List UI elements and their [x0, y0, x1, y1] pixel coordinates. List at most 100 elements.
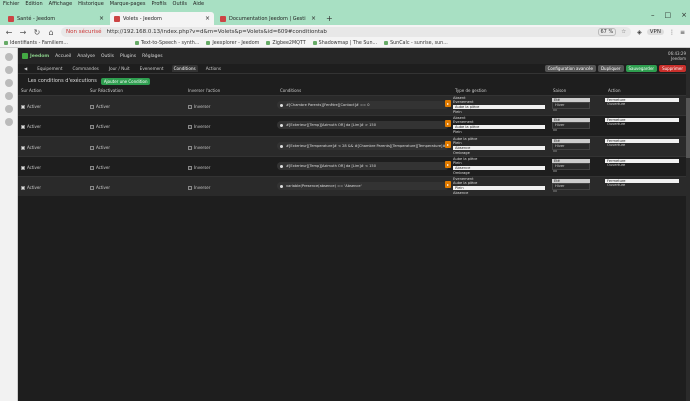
sur-reactivation-cell[interactable]: Activer — [90, 104, 110, 109]
duplicate-button[interactable]: Dupliquer — [597, 65, 624, 72]
checkbox[interactable] — [21, 145, 25, 150]
forward-icon[interactable]: → — [19, 28, 27, 37]
delete-button[interactable]: Supprimer — [659, 65, 686, 72]
saison-option[interactable]: Hiver — [552, 183, 590, 190]
option-selected[interactable]: Aube la pièce — [453, 105, 545, 110]
sur-reactivation-cell[interactable]: Activer — [90, 165, 110, 170]
tab-jour-nuit[interactable]: Jour / Nuit — [107, 65, 132, 72]
remove-condition-icon[interactable] — [280, 144, 283, 148]
browser-tab-volets[interactable]: Volets - Jeedom × — [110, 12, 214, 25]
option[interactable]: Plein — [453, 130, 545, 134]
menu-profiles[interactable]: Profils — [151, 1, 166, 7]
remove-condition-icon[interactable] — [280, 164, 283, 168]
zoom-level[interactable]: 67 % — [597, 28, 617, 36]
browser-tab-documentation[interactable]: Documentation Jeedom | Gesti × — [216, 12, 320, 25]
sur-action-cell[interactable]: Activer — [21, 165, 41, 170]
checkbox[interactable] — [21, 185, 25, 190]
option[interactable]: Plein — [453, 161, 545, 165]
type-gestion-select[interactable]: Aube la pièce Plein Absence Ombrage — [453, 137, 557, 155]
saison-option[interactable]: Hiver — [552, 102, 590, 109]
bookmark-item[interactable]: Jeexplorer - Jeedom — [206, 41, 259, 46]
checkbox[interactable] — [188, 165, 192, 170]
checkbox[interactable] — [21, 104, 25, 109]
close-window-icon[interactable]: × — [681, 11, 687, 19]
checkbox[interactable] — [21, 165, 25, 170]
option-selected[interactable]: Aube la pièce — [453, 125, 545, 130]
advanced-config-button[interactable]: Configuration avancée — [544, 65, 596, 72]
menu-analyse[interactable]: Analyse — [77, 54, 95, 59]
tab-evenement[interactable]: Evenement — [138, 65, 166, 72]
action-option[interactable]: Ouverture — [605, 143, 679, 147]
expression-button[interactable]: ▸ — [445, 100, 451, 107]
menu-accueil[interactable]: Accueil — [55, 54, 71, 59]
menu-edit[interactable]: Edition — [25, 1, 42, 7]
saison-select[interactable]: Eté Hiver — [552, 118, 590, 129]
checkbox[interactable] — [90, 124, 94, 129]
sur-reactivation-cell[interactable]: Activer — [90, 145, 110, 150]
shield-icon[interactable]: ◈ — [637, 29, 642, 36]
menu-history[interactable]: Historique — [78, 1, 104, 7]
option[interactable]: Plein — [453, 110, 545, 114]
action-select[interactable]: Fermeture Ouverture — [605, 179, 679, 188]
option[interactable]: Ombrage — [453, 151, 545, 155]
action-option[interactable]: Ouverture — [605, 183, 679, 187]
jeedom-logo[interactable]: Jeedom — [22, 53, 49, 59]
saison-option[interactable]: Hiver — [552, 143, 590, 150]
inverser-cell[interactable]: Inverser — [188, 145, 210, 150]
action-select[interactable]: Fermeture Ouverture — [605, 139, 679, 148]
bookmark-item[interactable]: Text-to-Speech - synth... — [134, 41, 199, 46]
saison-select[interactable]: Eté Hiver — [552, 179, 590, 190]
tab-actions[interactable]: Actions — [204, 65, 223, 72]
menu-plugins[interactable]: Plugins — [120, 54, 136, 59]
menu-tools[interactable]: Outils — [173, 1, 187, 7]
remove-condition-icon[interactable] — [280, 103, 283, 107]
remove-condition-icon[interactable] — [280, 184, 283, 188]
menu-outils[interactable]: Outils — [101, 54, 114, 59]
menu-view[interactable]: Affichage — [49, 1, 73, 7]
menu-help[interactable]: Aide — [193, 1, 204, 7]
option[interactable]: Absence — [453, 191, 545, 195]
inverser-cell[interactable]: Inverser — [188, 104, 210, 109]
close-tab-icon[interactable]: × — [205, 15, 210, 22]
sidebar-app-icon[interactable] — [4, 92, 13, 100]
menu-reglages[interactable]: Réglages — [142, 54, 163, 59]
tab-conditions[interactable]: Conditions — [171, 65, 198, 72]
type-gestion-select[interactable]: Absent Evenement Aube la pièce Plein — [453, 116, 557, 134]
expression-button[interactable]: ▸ — [445, 181, 451, 188]
action-option[interactable]: Ouverture — [605, 122, 679, 126]
type-gestion-select[interactable]: Evenement Aube la pièce Plein Absence — [453, 177, 557, 195]
checkbox[interactable] — [188, 124, 192, 129]
expression-button[interactable]: ▸ — [445, 141, 451, 148]
option[interactable]: Aube la pièce — [453, 181, 545, 185]
reload-icon[interactable]: ↻ — [33, 28, 41, 37]
inverser-cell[interactable]: Inverser — [188, 185, 210, 190]
condition-input[interactable]: #[Exterieur][Temp][Azimuth OR] da [Lim]#… — [277, 121, 449, 129]
back-arrow-icon[interactable]: ◀ — [22, 65, 29, 72]
sidebar-app-icon[interactable] — [4, 105, 13, 113]
checkbox[interactable] — [90, 145, 94, 150]
condition-input[interactable]: #[Exterieur][Temp][Azimuth OR] da [Lim]#… — [277, 162, 449, 170]
option[interactable]: Evenement — [453, 120, 545, 124]
inverser-cell[interactable]: Inverser — [188, 165, 210, 170]
expression-button[interactable]: ▸ — [445, 120, 451, 127]
menu-file[interactable]: Fichier — [3, 1, 19, 7]
saison-option[interactable]: Hiver — [552, 122, 590, 129]
sur-reactivation-cell[interactable]: Activer — [90, 124, 110, 129]
condition-input[interactable]: #[Chambre Parents][Fenêtre][Contact]# ==… — [277, 101, 449, 109]
type-gestion-select[interactable]: Absent Evenement Aube la pièce Plein — [453, 96, 557, 114]
address-bar[interactable]: Non sécurisé http://192.168.0.13/index.p… — [61, 27, 632, 37]
expression-button[interactable]: ▸ — [445, 161, 451, 168]
close-tab-icon[interactable]: × — [99, 15, 104, 22]
sur-reactivation-cell[interactable]: Activer — [90, 185, 110, 190]
home-icon[interactable]: ⌂ — [47, 28, 55, 37]
action-option[interactable]: Ouverture — [605, 102, 679, 106]
action-select[interactable]: Fermeture Ouverture — [605, 98, 679, 107]
option[interactable]: Evenement — [453, 100, 545, 104]
star-icon[interactable]: ☆ — [621, 29, 626, 35]
option-selected[interactable]: Absence — [453, 166, 545, 171]
extensions-icon[interactable]: ⋮ — [669, 29, 675, 36]
checkbox[interactable] — [188, 104, 192, 109]
close-tab-icon[interactable]: × — [311, 15, 316, 22]
type-gestion-select[interactable]: Aube la pièce Plein Absence Ombrage — [453, 157, 557, 175]
option[interactable]: Ombrage — [453, 171, 545, 175]
